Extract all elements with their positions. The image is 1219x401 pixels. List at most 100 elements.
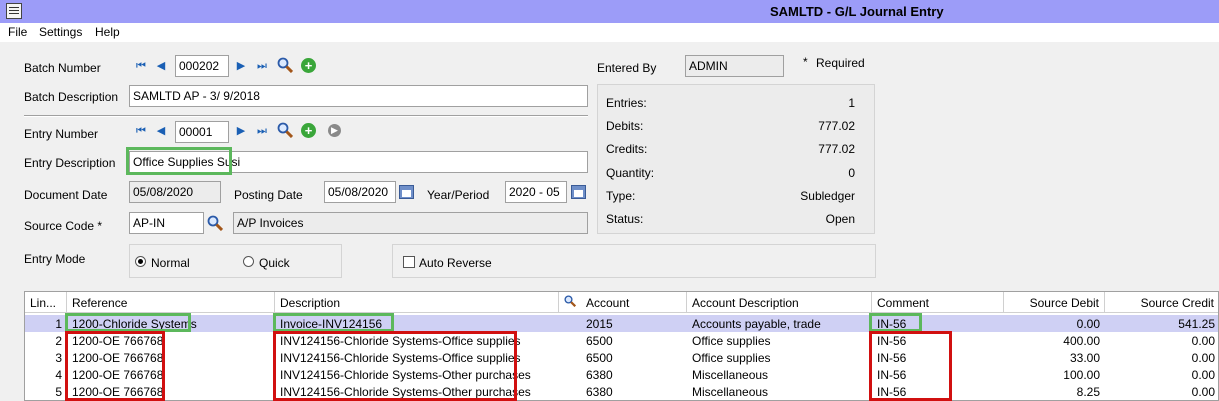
posting-date-calendar-icon[interactable]	[399, 185, 414, 199]
table-row[interactable]: 1 1200-Chloride Systems Invoice-INV124156 2…	[25, 315, 1218, 332]
description-lines-highlight	[273, 331, 517, 401]
document-date-label: Document Date	[24, 188, 108, 202]
year-period-label: Year/Period	[427, 188, 490, 202]
cell-account-description[interactable]: Miscellaneous	[687, 383, 872, 400]
summary-quantity-value: 0	[848, 166, 855, 180]
col-header-source-credit[interactable]: Source Credit	[1105, 292, 1218, 313]
auto-reverse-label: Auto Reverse	[419, 256, 492, 270]
first-batch-icon[interactable]: ⏮	[134, 59, 148, 73]
reference-lines-highlight	[65, 331, 165, 401]
summary-entries-value: 1	[848, 96, 855, 110]
source-code-label: Source Code *	[24, 219, 103, 233]
entry-mode-normal-radio[interactable]	[135, 256, 146, 267]
cell-account-description[interactable]: Accounts payable, trade	[687, 315, 872, 332]
table-row[interactable]: 5 1200-OE 766768 INV124156-Chloride System…	[25, 383, 1218, 400]
source-code-input[interactable]: AP-IN	[129, 212, 204, 234]
entry-action-icon[interactable]: ▶	[328, 124, 341, 137]
cell-source-debit[interactable]: 100.00	[1004, 366, 1105, 383]
window-menu-icon[interactable]	[6, 3, 22, 19]
summary-type-value: Subledger	[800, 189, 855, 203]
table-row[interactable]: 3 1200-OE 766768 INV124156-Chloride System…	[25, 349, 1218, 366]
col-header-line[interactable]: Lin...	[25, 292, 67, 313]
cell-account[interactable]: 6380	[559, 383, 687, 400]
auto-reverse-checkbox[interactable]	[403, 256, 415, 268]
entry-description-highlight	[126, 147, 232, 175]
cell-account-description[interactable]: Office supplies	[687, 332, 872, 349]
cell-source-credit[interactable]: 0.00	[1105, 349, 1218, 366]
cell-source-credit[interactable]: 0.00	[1105, 383, 1218, 400]
cell-account[interactable]: 6500	[559, 349, 687, 366]
entry-finder-icon[interactable]	[277, 122, 293, 138]
batch-number-input[interactable]: 000202	[175, 55, 229, 77]
cell-account[interactable]: 6380	[559, 366, 687, 383]
cell-line[interactable]: 3	[25, 349, 67, 366]
posting-date-label: Posting Date	[234, 188, 303, 202]
batch-finder-icon[interactable]	[277, 57, 293, 73]
summary-credits-value: 777.02	[818, 142, 855, 156]
cell-account[interactable]: 2015	[559, 315, 687, 332]
entry-mode-quick-radio[interactable]	[243, 256, 254, 267]
entry-mode-quick-label: Quick	[259, 256, 290, 270]
col-header-description[interactable]: Description	[275, 292, 559, 313]
summary-credits-label: Credits:	[606, 142, 648, 156]
entry-mode-label: Entry Mode	[24, 252, 86, 266]
cell-line[interactable]: 5	[25, 383, 67, 400]
table-row[interactable]: 4 1200-OE 766768 INV124156-Chloride System…	[25, 366, 1218, 383]
table-row[interactable]: 2 1200-OE 766768 INV124156-Chloride System…	[25, 332, 1218, 349]
year-period-calendar-icon[interactable]	[571, 185, 586, 199]
description-highlight	[273, 313, 394, 332]
account-finder-icon[interactable]	[564, 295, 576, 307]
cell-source-debit[interactable]: 33.00	[1004, 349, 1105, 366]
summary-status-value: Open	[825, 212, 855, 226]
required-label: Required	[816, 56, 865, 70]
summary-type-label: Type:	[606, 189, 636, 203]
summary-debits-label: Debits:	[606, 119, 644, 133]
entry-number-input[interactable]: 00001	[175, 121, 229, 143]
comment-lines-highlight	[869, 331, 952, 401]
next-entry-icon[interactable]: ▶	[234, 124, 248, 138]
menu-file[interactable]: File	[8, 25, 27, 39]
entry-mode-normal-label: Normal	[151, 256, 190, 270]
posting-date-input[interactable]: 05/08/2020	[324, 181, 396, 203]
previous-batch-icon[interactable]: ◀	[154, 59, 168, 73]
col-header-source-debit[interactable]: Source Debit	[1004, 292, 1105, 313]
summary-entries-label: Entries:	[606, 96, 647, 110]
previous-entry-icon[interactable]: ◀	[154, 124, 168, 138]
last-batch-icon[interactable]: ⏭	[255, 59, 269, 73]
first-entry-icon[interactable]: ⏮	[134, 124, 148, 138]
menu-bar	[0, 23, 1219, 42]
cell-account[interactable]: 6500	[559, 332, 687, 349]
title-bar	[0, 0, 1219, 23]
summary-status-label: Status:	[606, 212, 644, 226]
cell-line[interactable]: 1	[25, 315, 67, 332]
source-code-finder-icon[interactable]	[207, 215, 223, 231]
cell-source-credit[interactable]: 0.00	[1105, 332, 1218, 349]
entry-description-label: Entry Description	[24, 156, 116, 170]
cell-account-description[interactable]: Miscellaneous	[687, 366, 872, 383]
summary-quantity-label: Quantity:	[606, 166, 655, 180]
cell-source-debit[interactable]: 400.00	[1004, 332, 1105, 349]
comment-highlight	[869, 313, 922, 332]
col-header-comment[interactable]: Comment	[872, 292, 1004, 313]
menu-settings[interactable]: Settings	[39, 25, 82, 39]
last-entry-icon[interactable]: ⏭	[255, 124, 269, 138]
new-entry-icon[interactable]: +	[301, 123, 316, 138]
source-code-description: A/P Invoices	[233, 212, 588, 234]
col-header-account[interactable]: Account	[559, 292, 687, 313]
cell-source-debit[interactable]: 8.25	[1004, 383, 1105, 400]
new-batch-icon[interactable]: +	[301, 58, 316, 73]
cell-source-credit[interactable]: 0.00	[1105, 366, 1218, 383]
menu-help[interactable]: Help	[95, 25, 120, 39]
batch-description-label: Batch Description	[24, 90, 119, 104]
col-header-reference[interactable]: Reference	[67, 292, 275, 313]
batch-description-input[interactable]: SAMLTD AP - 3/ 9/2018	[129, 85, 588, 107]
cell-source-debit[interactable]: 0.00	[1004, 315, 1105, 332]
next-batch-icon[interactable]: ▶	[234, 59, 248, 73]
entry-number-label: Entry Number	[24, 127, 99, 141]
cell-source-credit[interactable]: 541.25	[1105, 315, 1218, 332]
col-header-account-description[interactable]: Account Description	[687, 292, 872, 313]
cell-account-description[interactable]: Office supplies	[687, 349, 872, 366]
cell-line[interactable]: 4	[25, 366, 67, 383]
year-period-input[interactable]: 2020 - 05	[505, 181, 567, 203]
cell-line[interactable]: 2	[25, 332, 67, 349]
